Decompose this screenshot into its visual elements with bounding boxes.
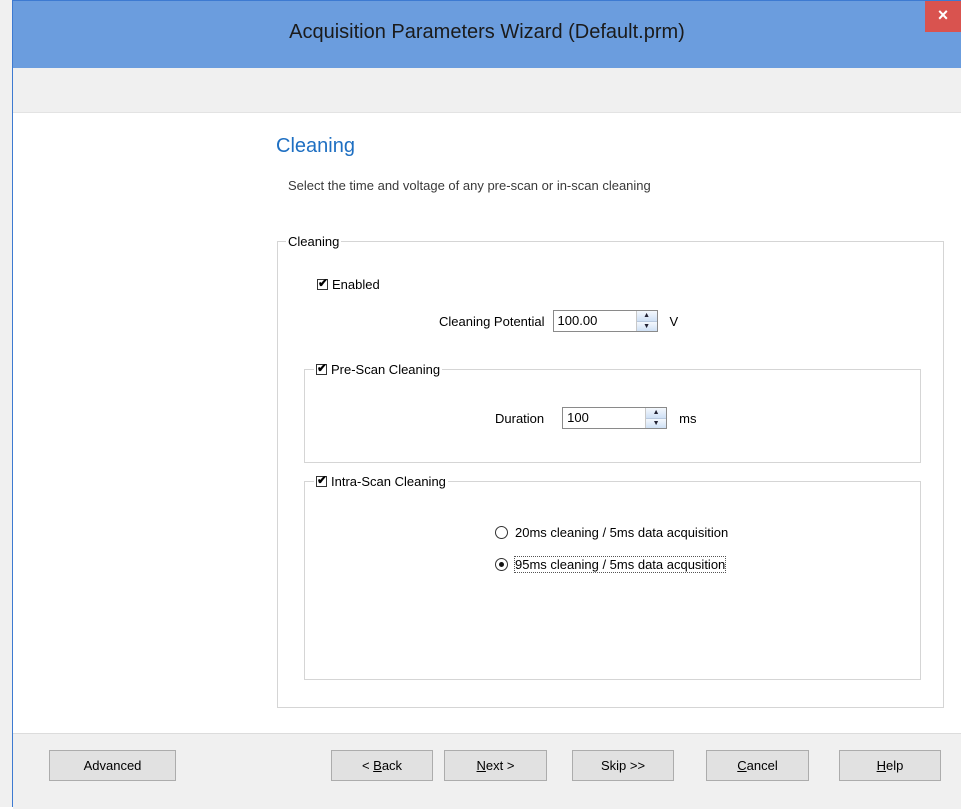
enabled-checkbox-box[interactable]: ✔ [317, 276, 329, 290]
back-button[interactable]: < Back [331, 750, 433, 781]
enabled-checkbox[interactable]: ✔ Enabled [317, 276, 380, 292]
intra-scan-option-label: 20ms cleaning / 5ms data acquisition [515, 525, 729, 540]
help-button[interactable]: Help [839, 750, 941, 781]
cancel-button[interactable]: Cancel [706, 750, 809, 781]
button-bar: Advanced < Back Next > Skip >> Cancel He… [13, 733, 961, 809]
intra-scan-checkbox-box[interactable]: ✔ [316, 473, 328, 487]
duration-label: Duration [495, 410, 545, 426]
radio-button[interactable] [495, 526, 508, 539]
intra-scan-option-20ms[interactable]: 20ms cleaning / 5ms data acquisition [495, 525, 728, 540]
intra-scan-option-95ms[interactable]: 95ms cleaning / 5ms data acqusition [495, 556, 727, 573]
desktop-background [0, 0, 12, 807]
spin-down-icon[interactable]: ▼ [646, 417, 667, 428]
cleaning-potential-spinner[interactable]: 100.00 ▲ ▼ [552, 310, 658, 332]
window-title: Acquisition Parameters Wizard (Default.p… [289, 21, 685, 43]
intra-scan-label: Intra-Scan Cleaning [331, 474, 446, 489]
intra-scan-groupbox: ✔ Intra-Scan Cleaning 20ms cleaning / 5m… [304, 473, 921, 680]
pre-scan-label: Pre-Scan Cleaning [331, 362, 441, 377]
cleaning-potential-row: Cleaning Potential 100.00 ▲ ▼ V [439, 310, 678, 332]
check-icon: ✔ [317, 473, 328, 487]
next-button[interactable]: Next > [444, 750, 547, 781]
check-icon: ✔ [318, 276, 329, 290]
spin-up-icon[interactable]: ▲ [636, 311, 657, 321]
cleaning-potential-label: Cleaning Potential [439, 313, 545, 329]
intra-scan-checkbox[interactable]: ✔ Intra-Scan Cleaning [314, 473, 448, 490]
advanced-button[interactable]: Advanced [49, 750, 176, 781]
duration-spinner[interactable]: 100 ▲ ▼ [562, 407, 668, 429]
pre-scan-groupbox: ✔ Pre-Scan Cleaning Duration 100 ▲ ▼ ms [304, 361, 921, 463]
radio-dot-icon [499, 562, 504, 567]
pre-scan-checkbox-box[interactable]: ✔ [316, 361, 328, 375]
pre-scan-checkbox[interactable]: ✔ Pre-Scan Cleaning [314, 361, 443, 378]
duration-input[interactable]: 100 [563, 408, 645, 428]
duration-row: Duration 100 ▲ ▼ ms [495, 407, 696, 429]
page-subtitle: Select the time and voltage of any pre-s… [288, 178, 651, 193]
title-bar[interactable]: Acquisition Parameters Wizard (Default.p… [13, 1, 961, 68]
wizard-window: Acquisition Parameters Wizard (Default.p… [12, 0, 961, 809]
spin-up-icon[interactable]: ▲ [646, 408, 667, 418]
cleaning-group-label: Cleaning [286, 233, 342, 250]
duration-unit: ms [679, 410, 697, 426]
close-button[interactable]: × [925, 1, 961, 32]
intra-scan-option-label: 95ms cleaning / 5ms data acqusition [513, 556, 727, 573]
skip-button[interactable]: Skip >> [572, 750, 674, 781]
cleaning-groupbox: Cleaning ✔ Enabled Cleaning Potential 10… [277, 233, 944, 708]
radio-button-selected[interactable] [495, 558, 508, 571]
close-icon: × [937, 5, 949, 25]
cleaning-potential-unit: V [669, 313, 679, 329]
check-icon: ✔ [317, 361, 328, 375]
header-band [13, 68, 961, 113]
page-title: Cleaning [276, 135, 355, 157]
spin-down-icon[interactable]: ▼ [636, 320, 657, 331]
cleaning-potential-input[interactable]: 100.00 [554, 311, 636, 331]
enabled-label: Enabled [332, 277, 380, 292]
